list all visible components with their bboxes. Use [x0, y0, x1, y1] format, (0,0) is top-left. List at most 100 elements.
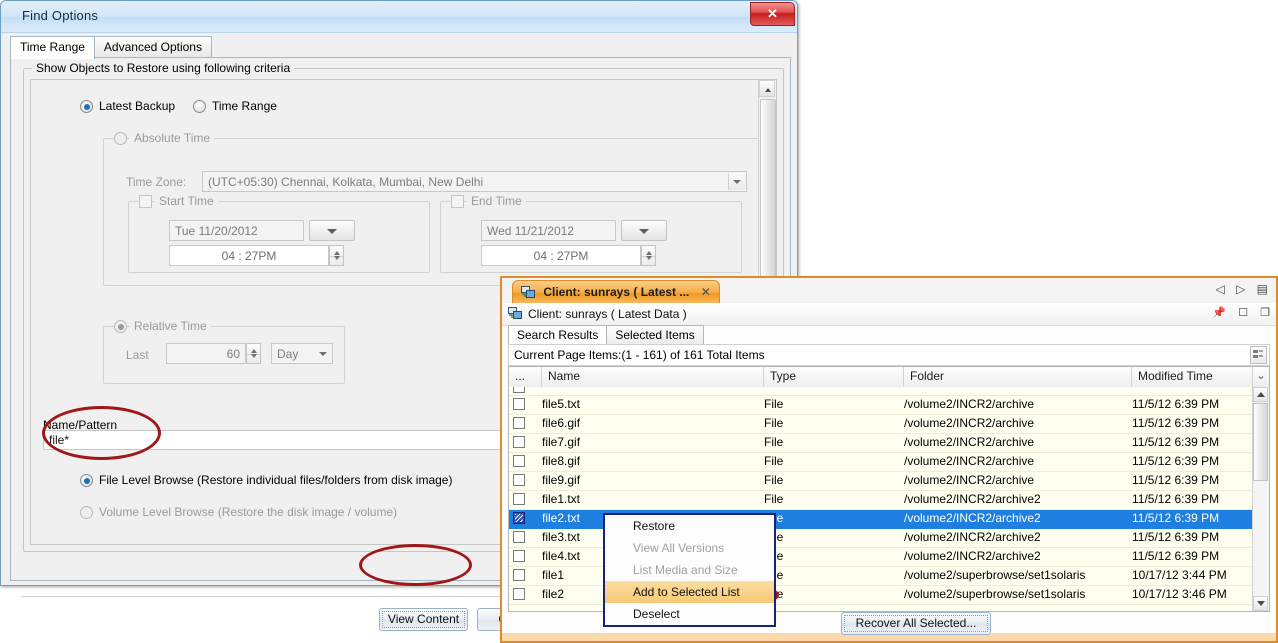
tab-client-label: Client: sunrays ( Latest ...: [543, 285, 689, 299]
radio-volume-level-browse: [80, 506, 93, 519]
show-objects-group-legend: Show Objects to Restore using following …: [32, 61, 294, 75]
cell-folder: [904, 387, 1132, 396]
column-header-select[interactable]: ...: [509, 367, 542, 387]
chevron-double-down-icon[interactable]: ⌄: [1252, 367, 1269, 387]
scroll-up-button[interactable]: [759, 80, 775, 97]
table-row[interactable]: file8.gifFile/volume2/INCR2/archive11/5/…: [509, 453, 1253, 472]
row-checkbox[interactable]: [513, 493, 525, 505]
table-row[interactable]: [509, 387, 1253, 396]
menu-item-deselect[interactable]: Deselect: [605, 603, 774, 625]
row-checkbox[interactable]: [513, 512, 525, 524]
client-nav-icons: ◁ ▷ ▤: [1208, 282, 1269, 298]
cell-type: File: [764, 510, 904, 528]
radio-latest-backup[interactable]: [80, 100, 93, 113]
end-time-legend: End Time: [467, 194, 526, 208]
end-date-picker-button[interactable]: [621, 220, 667, 241]
cell-modified: 11/5/12 6:39 PM: [1132, 396, 1253, 414]
find-options-tabstrip: Time Range Advanced Options: [10, 36, 211, 58]
label-file-level-browse: File Level Browse (Restore individual fi…: [99, 473, 452, 487]
find-options-title: Find Options: [22, 8, 98, 23]
checkbox-end-time[interactable]: [451, 195, 464, 208]
tab-advanced-options[interactable]: Advanced Options: [94, 36, 212, 58]
tab-client-sunrays[interactable]: Client: sunrays ( Latest ... ✕: [512, 280, 720, 305]
cell-folder: /volume2/INCR2/archive: [904, 415, 1132, 433]
cell-name: file7.gif: [542, 434, 764, 452]
cell-type: File: [764, 567, 904, 585]
view-content-button[interactable]: View Content: [379, 608, 468, 631]
column-header-folder[interactable]: Folder: [904, 367, 1132, 387]
scroll-up-button[interactable]: [1253, 387, 1268, 402]
column-header-type[interactable]: Type: [764, 367, 904, 387]
row-checkbox[interactable]: [513, 588, 525, 600]
timezone-value: (UTC+05:30) Chennai, Kolkata, Mumbai, Ne…: [208, 175, 483, 189]
row-checkbox[interactable]: [513, 417, 525, 429]
column-header-name[interactable]: Name: [542, 367, 764, 387]
start-time-spinner[interactable]: [329, 245, 344, 266]
radio-relative-time[interactable]: [114, 320, 127, 333]
scrollbar-thumb[interactable]: [1253, 403, 1268, 481]
menu-item-list-media-and-size: List Media and Size: [605, 559, 774, 581]
tab-time-range[interactable]: Time Range: [10, 36, 95, 59]
row-checkbox[interactable]: [513, 474, 525, 486]
start-time-legend: Start Time: [155, 194, 218, 208]
menu-item-add-to-selected-list[interactable]: Add to Selected List: [605, 581, 774, 603]
cell-folder: /volume2/INCR2/archive: [904, 453, 1132, 471]
start-date-picker-button[interactable]: [309, 220, 355, 241]
cell-folder: /volume2/superbrowse/set1solaris: [904, 567, 1132, 585]
list-icon[interactable]: ▤: [1257, 282, 1268, 296]
maximize-icon[interactable]: ☐: [1238, 306, 1248, 319]
relative-value-spinner[interactable]: [246, 343, 261, 364]
table-row[interactable]: file9.gifFile/volume2/INCR2/archive11/5/…: [509, 472, 1253, 491]
table-row[interactable]: file1.txtFile/volume2/INCR2/archive211/5…: [509, 491, 1253, 510]
client-computer-icon: [508, 306, 523, 323]
tab-search-results[interactable]: Search Results: [508, 325, 607, 346]
table-row[interactable]: file5.txtFile/volume2/INCR2/archive11/5/…: [509, 396, 1253, 415]
recover-all-selected-button[interactable]: Recover All Selected...: [841, 612, 991, 635]
row-checkbox[interactable]: [513, 387, 525, 393]
cell-folder: /volume2/INCR2/archive: [904, 472, 1132, 490]
checkbox-start-time[interactable]: [139, 195, 152, 208]
relative-unit-select[interactable]: Day: [271, 343, 333, 364]
cell-modified: 11/5/12 6:39 PM: [1132, 453, 1253, 471]
close-icon[interactable]: ✕: [750, 2, 795, 26]
row-checkbox[interactable]: [513, 550, 525, 562]
column-settings-icon[interactable]: [1250, 346, 1267, 364]
start-time-group: Start Time Tue 11/20/2012 04 : 27PM: [128, 201, 430, 273]
table-vertical-scrollbar[interactable]: [1252, 387, 1269, 611]
timezone-select[interactable]: (UTC+05:30) Chennai, Kolkata, Mumbai, Ne…: [202, 171, 747, 192]
start-date-field[interactable]: Tue 11/20/2012: [169, 220, 304, 241]
row-checkbox[interactable]: [513, 569, 525, 581]
page-info-bar: Current Page Items:(1 - 161) of 161 Tota…: [508, 344, 1270, 366]
radio-time-range[interactable]: [193, 100, 206, 113]
radio-file-level-browse[interactable]: [80, 474, 93, 487]
row-checkbox[interactable]: [513, 531, 525, 543]
end-date-field[interactable]: Wed 11/21/2012: [481, 220, 616, 241]
chevron-down-icon[interactable]: [315, 345, 331, 362]
column-header-modified-time[interactable]: Modified Time: [1132, 367, 1267, 387]
radio-absolute-time[interactable]: [114, 132, 127, 145]
table-row[interactable]: file6.gifFile/volume2/INCR2/archive11/5/…: [509, 415, 1253, 434]
pin-icon[interactable]: 📌: [1212, 306, 1226, 319]
tab-selected-items[interactable]: Selected Items: [606, 325, 703, 345]
close-icon[interactable]: ✕: [701, 285, 711, 299]
cell-folder: /volume2/INCR2/archive2: [904, 491, 1132, 509]
menu-item-restore[interactable]: Restore: [605, 515, 774, 537]
relative-value-field[interactable]: 60: [166, 343, 246, 364]
end-time-field[interactable]: 04 : 27PM: [481, 245, 641, 266]
row-checkbox[interactable]: [513, 398, 525, 410]
restore-icon[interactable]: ❐: [1260, 306, 1270, 319]
row-checkbox[interactable]: [513, 455, 525, 467]
end-time-spinner[interactable]: [641, 245, 656, 266]
start-time-field[interactable]: 04 : 27PM: [169, 245, 329, 266]
cell-name: file9.gif: [542, 472, 764, 490]
row-checkbox[interactable]: [513, 436, 525, 448]
next-arrow-icon[interactable]: ▷: [1236, 282, 1245, 296]
prev-arrow-icon[interactable]: ◁: [1216, 282, 1225, 296]
cell-folder: /volume2/INCR2/archive2: [904, 548, 1132, 566]
cell-name: file6.gif: [542, 415, 764, 433]
chevron-down-icon[interactable]: [728, 173, 745, 190]
scrollbar-thumb[interactable]: [760, 99, 776, 301]
table-row[interactable]: file7.gifFile/volume2/INCR2/archive11/5/…: [509, 434, 1253, 453]
absolute-time-legend: Absolute Time: [130, 131, 214, 145]
scroll-down-button[interactable]: [1253, 596, 1268, 611]
